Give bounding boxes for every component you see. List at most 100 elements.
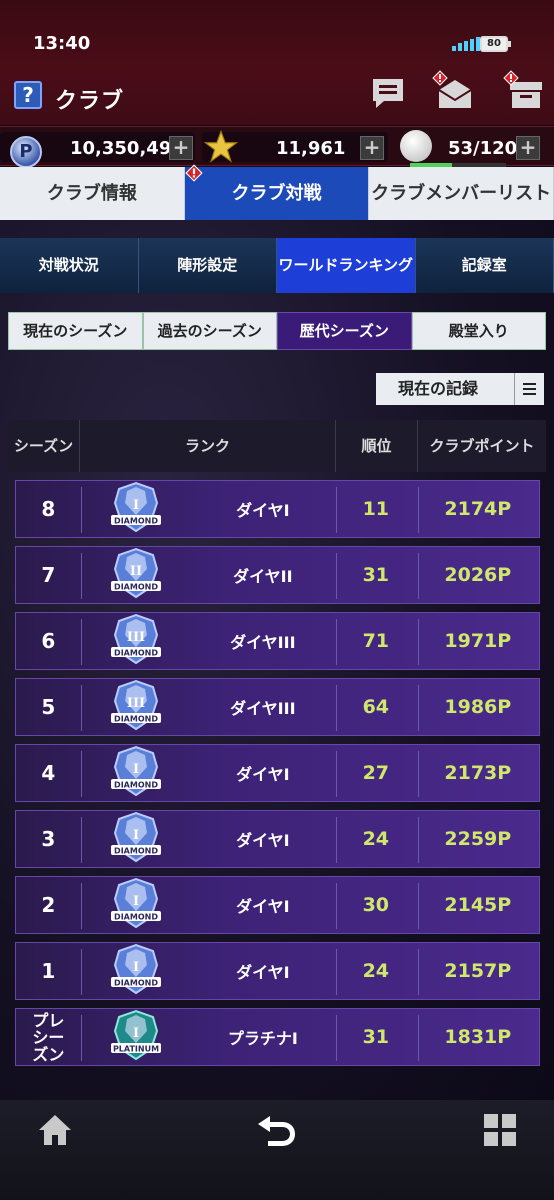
tab-hall-of-fame[interactable]: 殿堂入り	[411, 312, 546, 350]
column-divider	[418, 1015, 419, 1061]
stars-value: 11,961	[276, 138, 346, 159]
column-divider	[418, 949, 419, 995]
rank-name-cell: ダイヤII	[233, 567, 293, 586]
tab-all-seasons[interactable]: 歴代シーズン	[277, 312, 412, 350]
rank-emblem-icon: DIAMOND I	[81, 943, 191, 999]
diamond-emblem-icon: DIAMOND III	[110, 679, 161, 731]
season-cell: 1	[41, 959, 56, 983]
help-button[interactable]: ?	[14, 81, 42, 109]
emblem-tier-text: DIAMOND	[114, 979, 158, 988]
diamond-emblem-icon: DIAMOND I	[110, 481, 161, 533]
place-cell: 27	[362, 762, 390, 784]
tab-record-room[interactable]: 記録室	[415, 238, 554, 293]
home-icon[interactable]	[35, 1110, 75, 1150]
place-cell: 31	[362, 564, 390, 586]
add-stars-button[interactable]: +	[360, 136, 384, 160]
tab-past-seasons[interactable]: 過去のシーズン	[142, 312, 277, 350]
tab-current-season[interactable]: 現在のシーズン	[8, 312, 143, 350]
place-cell: 24	[362, 960, 390, 982]
tab-world-ranking[interactable]: ワールドランキング	[277, 238, 416, 293]
baseball-icon	[400, 130, 432, 162]
add-points-button[interactable]: +	[169, 136, 193, 160]
season-cell: 3	[41, 827, 56, 851]
season-cell: プレ シー ズン	[32, 1010, 65, 1064]
box-alert-icon	[503, 70, 519, 86]
column-divider	[336, 685, 337, 731]
points-coin-icon: P	[10, 136, 42, 168]
column-divider	[418, 487, 419, 533]
club-points-cell: 2174P	[444, 498, 512, 520]
tab-club-battle[interactable]: クラブ対戦	[184, 167, 370, 220]
diamond-emblem-icon: DIAMOND I	[110, 877, 161, 929]
record-select-label: 現在の記録	[398, 379, 479, 398]
club-points-cell: 2157P	[444, 960, 512, 982]
column-divider	[336, 1015, 337, 1061]
tab-formation[interactable]: 陣形設定	[138, 238, 277, 293]
season-cell: 5	[41, 695, 56, 719]
header-club-points: クラブポイント	[429, 437, 535, 455]
rank-emblem-icon: DIAMOND III	[81, 679, 191, 735]
club-points-cell: 2173P	[444, 762, 512, 784]
page-title: クラブ	[55, 89, 125, 114]
table-row: 6 DIAMOND III ダイヤIII 71 1971P	[15, 612, 540, 670]
column-divider	[418, 553, 419, 599]
emblem-numeral-text: II	[130, 564, 142, 579]
rank-name-cell: ダイヤIII	[230, 633, 296, 652]
table-header: シーズン ランク 順位 クラブポイント	[8, 420, 546, 472]
tab-club-info[interactable]: クラブ情報	[0, 167, 185, 220]
rank-name-cell: ダイヤI	[236, 501, 290, 520]
rank-emblem-icon: PLATINUM I	[81, 1009, 191, 1065]
place-cell: 64	[362, 696, 390, 718]
points-value: 10,350,492	[70, 138, 184, 159]
table-row: 5 DIAMOND III ダイヤIII 64 1986P	[15, 678, 540, 736]
season-cell: 2	[41, 893, 56, 917]
main-tabs: クラブ情報 クラブ対戦 クラブメンバーリスト	[0, 167, 554, 220]
record-select-button[interactable]: 現在の記録	[376, 373, 544, 405]
header-rank: ランク	[80, 420, 336, 472]
table-row: 7 DIAMOND II ダイヤII 31 2026P	[15, 546, 540, 604]
season-cell: 6	[41, 629, 56, 653]
table-row: 8 DIAMOND I ダイヤI 11 2174P	[15, 480, 540, 538]
hamburger-menu-icon[interactable]	[514, 373, 544, 405]
club-points-cell: 2145P	[444, 894, 512, 916]
column-divider	[418, 619, 419, 665]
club-points-cell: 2026P	[444, 564, 512, 586]
rank-emblem-icon: DIAMOND I	[81, 745, 191, 801]
column-divider	[336, 949, 337, 995]
sub-tabs: 対戦状況 陣形設定 ワールドランキング 記録室	[0, 238, 554, 293]
table-row: 3 DIAMOND I ダイヤI 24 2259P	[15, 810, 540, 868]
platinum-emblem-icon: PLATINUM I	[110, 1009, 161, 1061]
rank-name-cell: ダイヤI	[236, 963, 290, 982]
club-battle-alert-icon	[185, 164, 203, 182]
diamond-emblem-icon: DIAMOND I	[110, 745, 161, 797]
grid-menu-icon[interactable]	[480, 1110, 520, 1150]
star-icon	[204, 130, 238, 163]
emblem-numeral-text: I	[133, 828, 139, 843]
column-divider	[418, 685, 419, 731]
bottom-nav	[0, 1100, 554, 1200]
back-icon[interactable]	[256, 1110, 296, 1150]
diamond-emblem-icon: DIAMOND I	[110, 811, 161, 863]
club-points-cell: 1831P	[444, 1026, 512, 1048]
tab-battle-status[interactable]: 対戦状況	[0, 238, 139, 293]
ranking-table: 8 DIAMOND I ダイヤI 11 2174P 7 DIAMOND II ダ…	[15, 480, 540, 1074]
emblem-tier-text: DIAMOND	[114, 913, 158, 922]
chat-icon[interactable]	[370, 76, 406, 112]
table-row: 4 DIAMOND I ダイヤI 27 2173P	[15, 744, 540, 802]
place-cell: 11	[362, 498, 390, 520]
points-panel: P 10,350,492 +	[0, 132, 195, 168]
table-row: プレ シー ズン PLATINUM I プラチナI 31 1831P	[15, 1008, 540, 1066]
table-row: 2 DIAMOND I ダイヤI 30 2145P	[15, 876, 540, 934]
rank-name-cell: ダイヤI	[236, 831, 290, 850]
tab-club-member-list[interactable]: クラブメンバーリスト	[369, 167, 554, 220]
stars-panel: 11,961 +	[202, 130, 388, 163]
add-stamina-button[interactable]: +	[516, 136, 540, 160]
diamond-emblem-icon: DIAMOND I	[110, 943, 161, 995]
emblem-tier-text: DIAMOND	[114, 715, 158, 724]
emblem-numeral-text: I	[133, 498, 139, 513]
emblem-numeral-text: I	[133, 762, 139, 777]
season-cell: 8	[41, 497, 56, 521]
season-cell: 4	[41, 761, 56, 785]
table-row: 1 DIAMOND I ダイヤI 24 2157P	[15, 942, 540, 1000]
mail-alert-icon	[432, 70, 448, 86]
